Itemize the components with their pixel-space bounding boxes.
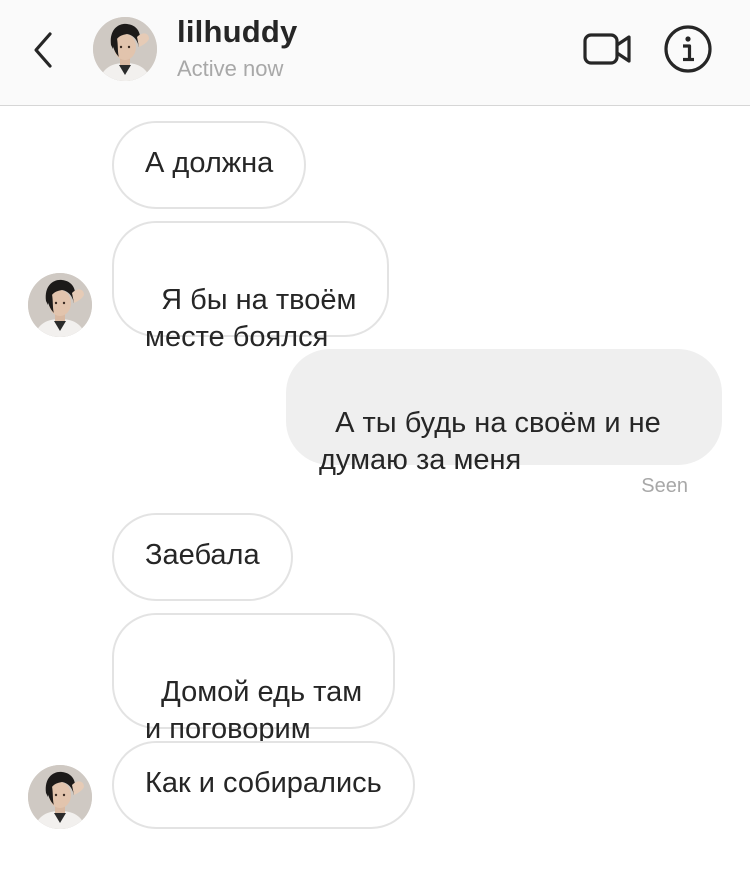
message-text: А должна (145, 147, 274, 179)
info-icon (664, 25, 712, 73)
video-camera-icon (583, 33, 631, 65)
message-text: Я бы на твоём месте боялся (145, 284, 357, 353)
message-bubble-incoming[interactable]: Я бы на твоём месте боялся (112, 221, 390, 353)
message-bubble-incoming[interactable]: Домой едь там и поговорим (112, 613, 396, 745)
active-status: Active now (177, 56, 284, 81)
chat-header: lilhuddy Active now (0, 0, 750, 106)
message-text: Заебала (145, 539, 260, 571)
message-bubble-incoming[interactable]: Заебала (112, 513, 293, 601)
chat-username[interactable]: lilhuddy (177, 14, 297, 50)
seen-indicator: Seen (641, 475, 688, 497)
profile-photo (28, 273, 92, 337)
chevron-left-icon (34, 32, 52, 68)
message-bubble-outgoing[interactable]: А ты будь на своём и не думаю за меня (286, 349, 722, 476)
sender-avatar[interactable] (28, 765, 92, 829)
sender-avatar[interactable] (28, 273, 92, 337)
message-bubble-incoming[interactable]: А должна (112, 121, 307, 209)
info-button[interactable] (663, 24, 713, 74)
video-call-button[interactable] (582, 30, 634, 68)
message-text: Как и собирались (145, 767, 382, 799)
message-text: А ты будь на своём и не думаю за меня (319, 407, 661, 476)
profile-photo (93, 17, 157, 81)
message-text: Домой едь там и поговорим (145, 676, 363, 745)
profile-photo (28, 765, 92, 829)
message-bubble-incoming[interactable]: Как и собирались (112, 741, 415, 829)
back-button[interactable] (28, 26, 60, 74)
header-avatar[interactable] (93, 17, 157, 81)
